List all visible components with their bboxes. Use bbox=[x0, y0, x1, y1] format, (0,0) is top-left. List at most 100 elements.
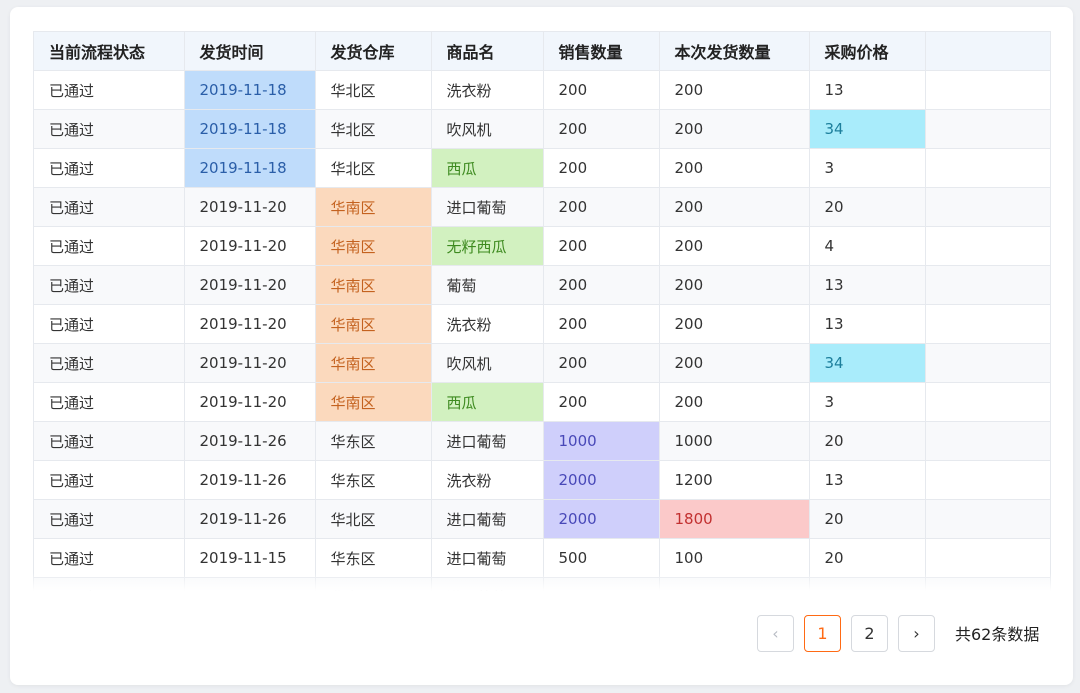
table-cell: 华南区 bbox=[315, 187, 432, 227]
table-cell: 2019-11-15 bbox=[184, 577, 316, 592]
table-cell: 200 bbox=[659, 382, 810, 422]
table-row[interactable]: 已通过 2019-11-18 华北区 西瓜 200 200 3 bbox=[34, 148, 1050, 188]
table-row[interactable]: 已通过 2019-11-26 华东区 进口葡萄 1000 1000 20 bbox=[34, 421, 1050, 461]
table-cell: 已通过 bbox=[34, 577, 185, 592]
page-button-2[interactable]: 2 bbox=[851, 614, 888, 652]
page-number: 1 bbox=[817, 623, 828, 643]
table-cell: 华东区 bbox=[315, 538, 432, 578]
table-row[interactable]: 已通过 2019-11-18 华北区 吹风机 200 200 34 bbox=[34, 109, 1050, 149]
table-cell bbox=[925, 226, 1050, 266]
table-row[interactable]: 已通过 2019-11-20 华南区 进口葡萄 200 200 20 bbox=[34, 187, 1050, 227]
table-cell: 34 bbox=[809, 343, 926, 383]
table-cell: 200 bbox=[543, 70, 660, 110]
pagination: ‹ 1 2 › 共62条数据 bbox=[757, 613, 1039, 653]
chevron-right-icon: › bbox=[913, 623, 920, 643]
table-cell bbox=[925, 421, 1050, 461]
table-cell: 200 bbox=[543, 265, 660, 305]
table-cell: 90 bbox=[659, 577, 810, 592]
table-cell: 已通过 bbox=[34, 226, 185, 266]
table-cell: 2019-11-20 bbox=[184, 382, 316, 422]
table-cell: 进口葡萄 bbox=[431, 187, 544, 227]
table-row[interactable]: 已通过 2019-11-18 华北区 洗衣粉 200 200 13 bbox=[34, 70, 1050, 110]
table-cell bbox=[925, 70, 1050, 110]
table-cell: 13 bbox=[809, 304, 926, 344]
table-cell bbox=[925, 187, 1050, 227]
table-row[interactable]: 已通过 2019-11-26 华东区 洗衣粉 2000 1200 13 bbox=[34, 460, 1050, 500]
table-cell: 洗衣粉 bbox=[431, 70, 544, 110]
table-cell: 进口葡萄 bbox=[431, 421, 544, 461]
column-header-1: 发货时间 bbox=[184, 32, 316, 71]
table-cell: 进口葡萄 bbox=[431, 577, 544, 592]
table-cell: 华南区 bbox=[315, 265, 432, 305]
column-header-0: 当前流程状态 bbox=[34, 32, 185, 71]
table-cell: 华南区 bbox=[315, 343, 432, 383]
table-cell: 100 bbox=[659, 538, 810, 578]
table-cell: 2019-11-20 bbox=[184, 226, 316, 266]
table-cell bbox=[925, 109, 1050, 149]
table-cell: 200 bbox=[543, 343, 660, 383]
table-card: 当前流程状态 发货时间 发货仓库 商品名 销售数量 本次发货数量 采购价格 已通过 2019-… bbox=[10, 7, 1073, 685]
table-cell: 已通过 bbox=[34, 70, 185, 110]
table-body: 已通过 2019-11-18 华北区 洗衣粉 200 200 13 已通过 2019-11-18… bbox=[34, 70, 1050, 592]
table-cell: 华南区 bbox=[315, 304, 432, 344]
table-cell: 2019-11-15 bbox=[184, 538, 316, 578]
table-cell: 2019-11-20 bbox=[184, 265, 316, 305]
table-row[interactable]: 已通过 2019-11-20 华南区 无籽西瓜 200 200 4 bbox=[34, 226, 1050, 266]
table-cell: 3 bbox=[809, 382, 926, 422]
column-header-4: 销售数量 bbox=[543, 32, 660, 71]
table-row[interactable]: 已通过 2019-11-20 华南区 吹风机 200 200 34 bbox=[34, 343, 1050, 383]
data-table-container[interactable]: 当前流程状态 发货时间 发货仓库 商品名 销售数量 本次发货数量 采购价格 已通过 2019-… bbox=[33, 31, 1051, 592]
column-header-7 bbox=[925, 32, 1050, 71]
next-page-button[interactable]: › bbox=[898, 614, 935, 652]
table-row[interactable]: 已通过 2019-11-20 华南区 葡萄 200 200 13 bbox=[34, 265, 1050, 305]
prev-page-button[interactable]: ‹ bbox=[757, 614, 794, 652]
table-cell: 3 bbox=[809, 148, 926, 188]
table-cell: 500 bbox=[543, 538, 660, 578]
table-cell: 已通过 bbox=[34, 421, 185, 461]
table-cell: 1200 bbox=[659, 460, 810, 500]
chevron-left-icon: ‹ bbox=[772, 623, 779, 643]
table-cell: 进口葡萄 bbox=[431, 538, 544, 578]
table-cell: 洗衣粉 bbox=[431, 460, 544, 500]
table-cell: 华北区 bbox=[315, 70, 432, 110]
table-cell: 4 bbox=[809, 226, 926, 266]
table-row[interactable]: 已通过 2019-11-20 华南区 西瓜 200 200 3 bbox=[34, 382, 1050, 422]
table-cell bbox=[925, 538, 1050, 578]
table-row[interactable]: 已通过 2019-11-20 华南区 洗衣粉 200 200 13 bbox=[34, 304, 1050, 344]
table-cell: 200 bbox=[659, 109, 810, 149]
table-cell: 洗衣粉 bbox=[431, 304, 544, 344]
table-row[interactable]: 已通过 2019-11-15 华东区 进口葡萄 500 100 20 bbox=[34, 538, 1050, 578]
table-cell: 13 bbox=[809, 265, 926, 305]
table-row[interactable]: 已通过 2019-11-26 华北区 进口葡萄 2000 1800 20 bbox=[34, 499, 1050, 539]
table-cell: 500 bbox=[543, 577, 660, 592]
table-cell: 20 bbox=[809, 187, 926, 227]
table-cell: 200 bbox=[543, 148, 660, 188]
table-cell: 华东区 bbox=[315, 421, 432, 461]
table-cell: 2019-11-18 bbox=[184, 148, 316, 188]
table-cell bbox=[925, 343, 1050, 383]
table-cell: 吹风机 bbox=[431, 343, 544, 383]
table-cell: 20 bbox=[809, 499, 926, 539]
table-cell: 已通过 bbox=[34, 187, 185, 227]
table-header-row: 当前流程状态 发货时间 发货仓库 商品名 销售数量 本次发货数量 采购价格 bbox=[34, 32, 1050, 71]
column-header-6: 采购价格 bbox=[809, 32, 926, 71]
column-header-3: 商品名 bbox=[431, 32, 544, 71]
table-cell: 200 bbox=[543, 187, 660, 227]
page-number: 2 bbox=[864, 623, 875, 643]
table-cell: 200 bbox=[659, 148, 810, 188]
table-cell: 2000 bbox=[543, 460, 660, 500]
table-cell: 200 bbox=[659, 70, 810, 110]
table-cell: 已通过 bbox=[34, 343, 185, 383]
table-cell: 已通过 bbox=[34, 382, 185, 422]
table-cell: 华北区 bbox=[315, 109, 432, 149]
table-cell bbox=[925, 148, 1050, 188]
table-row[interactable]: 已通过2019-11-15华东区进口葡萄5009020 bbox=[34, 577, 1050, 592]
page-button-1[interactable]: 1 bbox=[804, 614, 841, 652]
table-cell: 已通过 bbox=[34, 538, 185, 578]
table-cell: 2019-11-18 bbox=[184, 109, 316, 149]
table-cell: 200 bbox=[543, 226, 660, 266]
table-cell: 2019-11-20 bbox=[184, 343, 316, 383]
table-cell: 200 bbox=[659, 343, 810, 383]
column-header-5: 本次发货数量 bbox=[659, 32, 810, 71]
table-cell: 13 bbox=[809, 460, 926, 500]
